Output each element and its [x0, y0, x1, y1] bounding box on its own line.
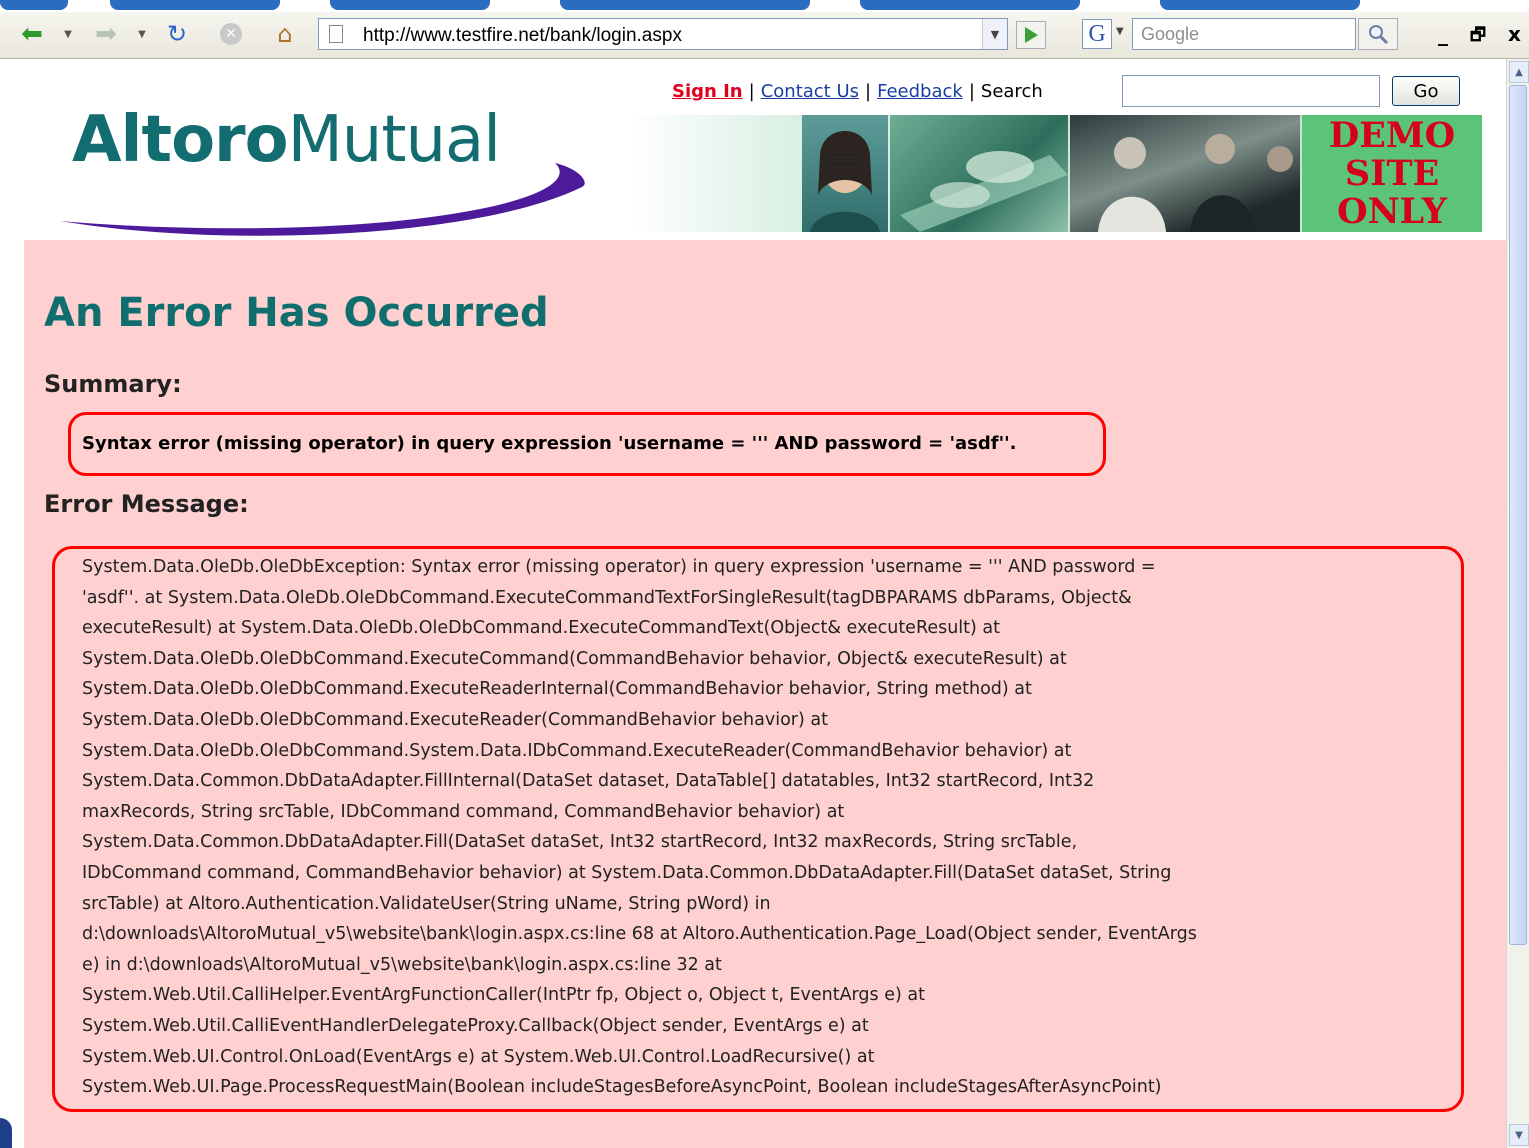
logo-bold: Altoro: [72, 103, 289, 177]
title-fragment: [330, 0, 490, 10]
search-label: Search: [980, 81, 1043, 102]
stop-button[interactable]: ✕: [214, 19, 248, 49]
woman-figure: [810, 131, 880, 232]
title-fragment: [860, 0, 1080, 10]
feedback-link[interactable]: Feedback: [877, 81, 963, 102]
stack-line: executeResult) at System.Data.OleDb.OleD…: [82, 618, 1000, 639]
search-placeholder: Google: [1141, 24, 1200, 44]
stack-line: srcTable) at Altoro.Authentication.Valid…: [82, 893, 771, 914]
restore-button[interactable]: 🗗: [1470, 22, 1486, 51]
logo-text: AltoroMutual: [72, 103, 501, 177]
stack-line: System.Data.OleDb.OleDbException: Syntax…: [82, 557, 1156, 577]
banner-photo-keyboard: [890, 115, 1068, 232]
meeting-people: [1098, 134, 1293, 232]
stack-line: System.Data.Common.DbDataAdapter.FillInt…: [82, 771, 1095, 792]
title-fragment: [0, 0, 68, 10]
forward-dropdown[interactable]: ▼: [132, 19, 152, 49]
navigate-go-button[interactable]: [1016, 21, 1046, 49]
site-search-go-button[interactable]: Go: [1392, 76, 1460, 106]
error-message-heading: Error Message:: [44, 490, 249, 518]
chevron-down-icon: ▼: [138, 28, 146, 40]
demo-site-only-badge: DEMO SITE ONLY: [1302, 115, 1482, 232]
top-links: Sign In | Contact Us | Feedback | Search: [672, 81, 1043, 102]
summary-heading: Summary:: [44, 370, 182, 398]
contact-us-link[interactable]: Contact Us: [761, 81, 859, 102]
home-button[interactable]: ⌂: [268, 19, 302, 49]
search-engine-dropdown[interactable]: ▼: [1116, 26, 1124, 37]
chevron-up-icon: ▲: [1515, 66, 1523, 78]
refresh-button[interactable]: ↻: [160, 19, 194, 49]
keyboard-hands: [900, 151, 1068, 232]
page-title: An Error Has Occurred: [44, 290, 549, 336]
chevron-down-icon: ▼: [1515, 1129, 1523, 1141]
forward-button[interactable]: ➡: [86, 19, 126, 49]
stack-line: 'asdf''. at System.Data.OleDb.OleDbComma…: [82, 587, 1132, 608]
demo-line: DEMO: [1328, 115, 1456, 156]
link-separator: |: [865, 81, 872, 102]
address-url[interactable]: http://www.testfire.net/bank/login.aspx: [363, 25, 682, 47]
sign-in-link[interactable]: Sign In: [672, 81, 743, 102]
logo-light: Mutual: [287, 103, 501, 177]
chevron-down-icon: ▼: [64, 28, 72, 40]
browser-search-input[interactable]: Google: [1132, 18, 1356, 50]
demo-line: SITE: [1344, 153, 1440, 194]
page-viewport: Sign In | Contact Us | Feedback | Search Go Al…: [0, 59, 1506, 1148]
banner-photo-meeting: [1070, 115, 1300, 232]
scroll-up-button[interactable]: ▲: [1509, 61, 1529, 83]
stack-line: System.Data.OleDb.OleDbCommand.ExecuteCo…: [82, 648, 1067, 669]
scroll-thumb[interactable]: [1509, 85, 1527, 945]
stack-line: d:\downloads\AltoroMutual_v5\website\ban…: [82, 924, 1197, 945]
altoro-mutual-logo[interactable]: AltoroMutual: [50, 99, 590, 249]
stack-line: System.Web.Util.CalliHelper.EventArgFunc…: [82, 985, 925, 1006]
stack-line: maxRecords, String srcTable, IDbCommand …: [82, 801, 845, 822]
error-content: An Error Has Occurred Summary: Syntax er…: [24, 240, 1506, 1148]
title-fragment: [110, 0, 280, 10]
scroll-down-button[interactable]: ▼: [1509, 1124, 1529, 1146]
link-separator: |: [968, 81, 975, 102]
title-fragment: [560, 0, 810, 10]
chevron-down-icon: ▼: [990, 27, 1000, 41]
browser-toolbar: ⬅ ▼ ➡ ▼ ↻ ✕ ⌂ http://www.testfire.net/ba…: [0, 12, 1529, 59]
demo-line: ONLY: [1337, 191, 1447, 232]
error-message-text: System.Data.OleDb.OleDbException: Syntax…: [82, 552, 1458, 1103]
go-arrow-icon: [1025, 27, 1038, 43]
home-icon: ⌂: [277, 20, 293, 48]
banner-photo-woman: [802, 115, 888, 232]
stop-icon: ✕: [220, 23, 242, 45]
stack-line: System.Data.Common.DbDataAdapter.Fill(Da…: [82, 832, 1078, 853]
back-button[interactable]: ⬅: [12, 19, 52, 49]
stack-line: System.Web.UI.Page.ProcessRequestMain(Bo…: [82, 1077, 1162, 1098]
back-icon: ⬅: [21, 19, 43, 49]
link-separator: |: [748, 81, 755, 102]
stack-line: e) in d:\downloads\AltoroMutual_v5\websi…: [82, 954, 722, 975]
search-engine-selector[interactable]: G: [1082, 19, 1112, 49]
page-icon: [329, 25, 343, 43]
vertical-scrollbar[interactable]: ▲ ▼: [1506, 59, 1529, 1148]
address-dropdown[interactable]: ▼: [982, 19, 1007, 49]
google-icon: G: [1088, 20, 1106, 47]
stack-line: IDbCommand command, CommandBehavior beha…: [82, 862, 1172, 883]
stack-line: System.Web.UI.Control.OnLoad(EventArgs e…: [82, 1046, 875, 1067]
slide-title-remnant: [0, 0, 1529, 12]
refresh-icon: ↻: [166, 20, 188, 48]
site-search-input[interactable]: [1122, 75, 1380, 107]
stack-line: System.Web.Util.CalliEventHandlerDelegat…: [82, 1015, 869, 1036]
search-icon: [1369, 25, 1389, 45]
forward-icon: ➡: [95, 19, 117, 49]
back-dropdown[interactable]: ▼: [58, 19, 78, 49]
stack-line: System.Data.OleDb.OleDbCommand.ExecuteRe…: [82, 709, 828, 730]
browser-search-button[interactable]: [1358, 18, 1398, 50]
title-fragment: [1160, 0, 1360, 10]
stack-line: System.Data.OleDb.OleDbCommand.System.Da…: [82, 740, 1072, 761]
stack-line: System.Data.OleDb.OleDbCommand.ExecuteRe…: [82, 679, 1032, 700]
address-bar[interactable]: http://www.testfire.net/bank/login.aspx …: [318, 18, 1008, 50]
minimize-button[interactable]: _: [1438, 22, 1448, 46]
header-banner: DEMO SITE ONLY: [628, 115, 1482, 232]
close-button[interactable]: x: [1508, 22, 1521, 46]
summary-text: Syntax error (missing operator) in query…: [82, 433, 1017, 454]
